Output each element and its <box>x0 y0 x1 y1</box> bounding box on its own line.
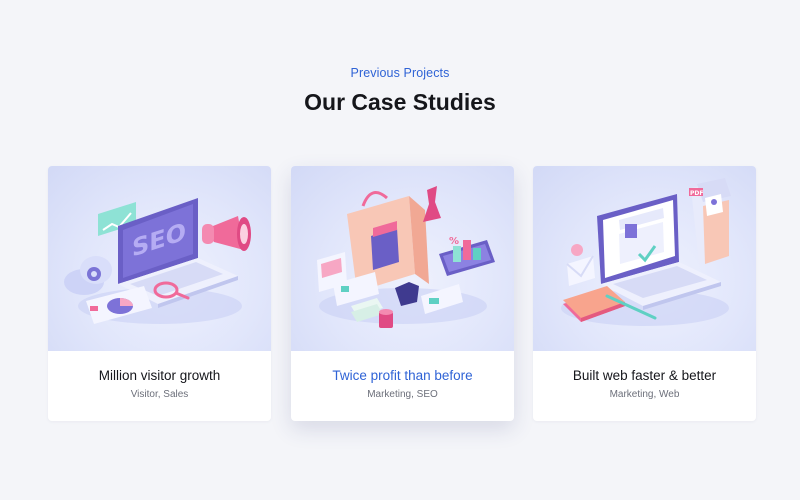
laptop-documents-illustration: PDF <box>561 178 731 326</box>
card-tags: Marketing, Web <box>609 389 680 400</box>
dress-icon <box>423 186 441 222</box>
section-eyebrow: Previous Projects <box>350 66 450 80</box>
card-tags: Visitor, Sales <box>130 389 189 400</box>
megaphone-icon <box>202 216 251 251</box>
shopping-bag-illustration: % <box>317 186 495 328</box>
section-header: Previous Projects Our Case Studies <box>0 66 800 116</box>
cloud-gear-icon <box>64 256 112 295</box>
email-icon <box>566 244 595 286</box>
card-title[interactable]: Built web faster & better <box>533 368 756 383</box>
documents-folder-icon: PDF <box>689 178 731 264</box>
case-study-card-visitor-growth[interactable]: SEO Million visitor growth Visitor, Sale… <box>48 166 271 421</box>
seo-illustration: SEO <box>48 166 271 351</box>
seo-laptop-illustration: SEO <box>64 198 251 324</box>
card-title[interactable]: Twice profit than before <box>291 368 514 383</box>
phone-chart-icon: % <box>439 236 495 276</box>
card-body: Twice profit than before Marketing, SEO <box>291 351 514 421</box>
case-studies-grid: SEO Million visitor growth Visitor, Sale… <box>48 166 756 421</box>
card-body: Built web faster & better Marketing, Web <box>533 351 756 421</box>
card-title[interactable]: Million visitor growth <box>48 368 271 383</box>
ecommerce-illustration: % <box>291 166 514 351</box>
svg-text:PDF: PDF <box>690 190 703 197</box>
case-study-card-web[interactable]: PDF Built web faster & better Marketing,… <box>533 166 756 421</box>
card-body: Million visitor growth Visitor, Sales <box>48 351 271 421</box>
mug-icon <box>379 309 393 328</box>
card-tags: Marketing, SEO <box>367 389 438 400</box>
svg-text:%: % <box>449 236 459 247</box>
web-development-illustration: PDF <box>533 166 756 351</box>
section-title: Our Case Studies <box>304 89 496 115</box>
case-study-card-profit[interactable]: % Twice profit than before Marketing, SE… <box>291 166 514 421</box>
